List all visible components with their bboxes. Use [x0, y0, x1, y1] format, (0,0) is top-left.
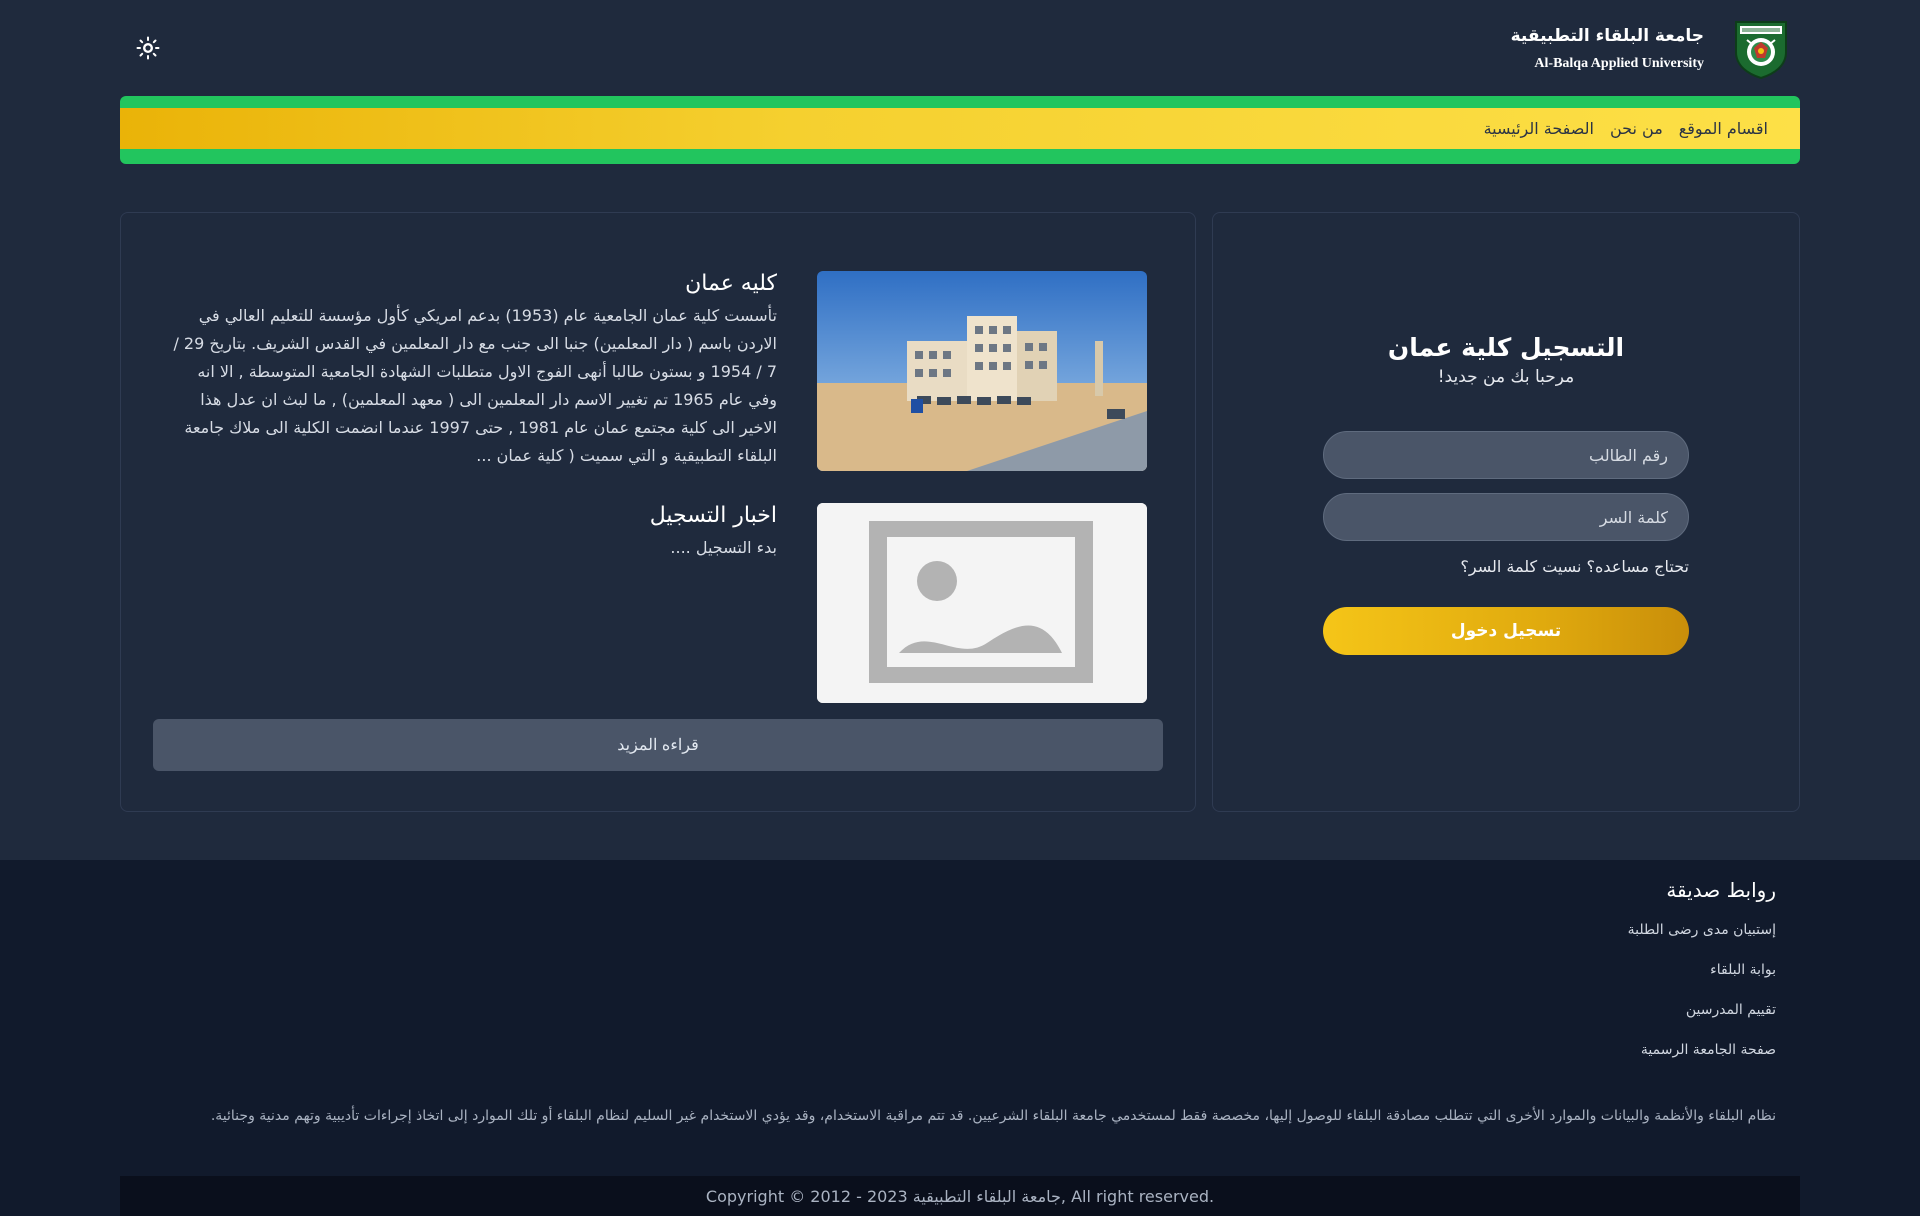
article-title[interactable]: كليه عمان: [165, 271, 777, 296]
copyright-bar: Copyright © 2012 - 2023 جامعة البلقاء ال…: [120, 1176, 1800, 1216]
article-text: تأسست كلية عمان الجامعية عام (1953) بدعم…: [173, 306, 777, 465]
login-title: التسجيل كلية عمان: [1387, 333, 1625, 362]
nav-item-home[interactable]: الصفحة الرئيسية: [1484, 119, 1594, 138]
article-body: كليه عمان تأسست كلية عمان الجامعية عام (…: [165, 271, 777, 471]
university-logo: [1732, 18, 1790, 80]
read-more-button[interactable]: قراءه المزيد: [153, 719, 1163, 771]
password-input[interactable]: [1323, 493, 1689, 541]
brand[interactable]: جامعة البلقاء التطبيقية Al-Balqa Applied…: [1511, 18, 1790, 80]
footer-disclaimer: نظام البلقاء والأنظمة والبيانات والموارد…: [210, 1108, 1776, 1124]
article-item: كليه عمان تأسست كلية عمان الجامعية عام (…: [165, 271, 1147, 471]
university-name-ar: جامعة البلقاء التطبيقية: [1510, 26, 1704, 46]
copyright-text: Copyright © 2012 - 2023 جامعة البلقاء ال…: [705, 1186, 1215, 1206]
site-footer: روابط صديقة إستبيان مدى رضى الطلبة بوابة…: [0, 860, 1920, 1216]
article-title[interactable]: اخبار التسجيل: [165, 503, 777, 528]
footer-links: إستبيان مدى رضى الطلبة بوابة البلقاء تقي…: [1628, 920, 1776, 1080]
article-item: اخبار التسجيل بدء التسجيل ....: [165, 503, 1147, 703]
login-button[interactable]: تسجيل دخول: [1323, 607, 1689, 655]
image-placeholder-icon[interactable]: [817, 503, 1147, 703]
login-subtitle: مرحبا بك من جديد!: [1437, 367, 1575, 387]
footer-links-title: روابط صديقة: [1666, 878, 1776, 902]
nav-item-about[interactable]: من نحن: [1610, 119, 1663, 138]
article-body: اخبار التسجيل بدء التسجيل ....: [165, 503, 777, 703]
footer-link-survey[interactable]: إستبيان مدى رضى الطلبة: [1628, 920, 1776, 960]
footer-link-official-page[interactable]: صفحة الجامعة الرسمية: [1628, 1040, 1776, 1080]
student-id-input[interactable]: [1323, 431, 1689, 479]
article-text: بدء التسجيل ....: [670, 538, 777, 557]
sun-icon[interactable]: [134, 34, 162, 62]
navbar-band: الصفحة الرئيسية من نحن اقسام الموقع: [120, 108, 1800, 149]
nav-links: الصفحة الرئيسية من نحن اقسام الموقع: [1484, 108, 1768, 149]
footer-link-portal[interactable]: بوابة البلقاء: [1628, 960, 1776, 1000]
login-card: التسجيل كلية عمان مرحبا بك من جديد! تحتا…: [1212, 212, 1800, 812]
campus-photo[interactable]: [817, 271, 1147, 471]
university-name-en: Al-Balqa Applied University: [1534, 56, 1704, 71]
footer-link-teacher-eval[interactable]: تقييم المدرسين: [1628, 1000, 1776, 1040]
forgot-password-link[interactable]: تحتاج مساعده؟ نسيت كلمة السر؟: [1323, 557, 1689, 576]
main-navbar: الصفحة الرئيسية من نحن اقسام الموقع: [120, 96, 1800, 164]
site-header: جامعة البلقاء التطبيقية Al-Balqa Applied…: [0, 0, 1920, 96]
news-card: كليه عمان تأسست كلية عمان الجامعية عام (…: [120, 212, 1196, 812]
nav-item-sections[interactable]: اقسام الموقع: [1679, 119, 1768, 138]
brand-text: جامعة البلقاء التطبيقية Al-Balqa Applied…: [1511, 26, 1704, 72]
